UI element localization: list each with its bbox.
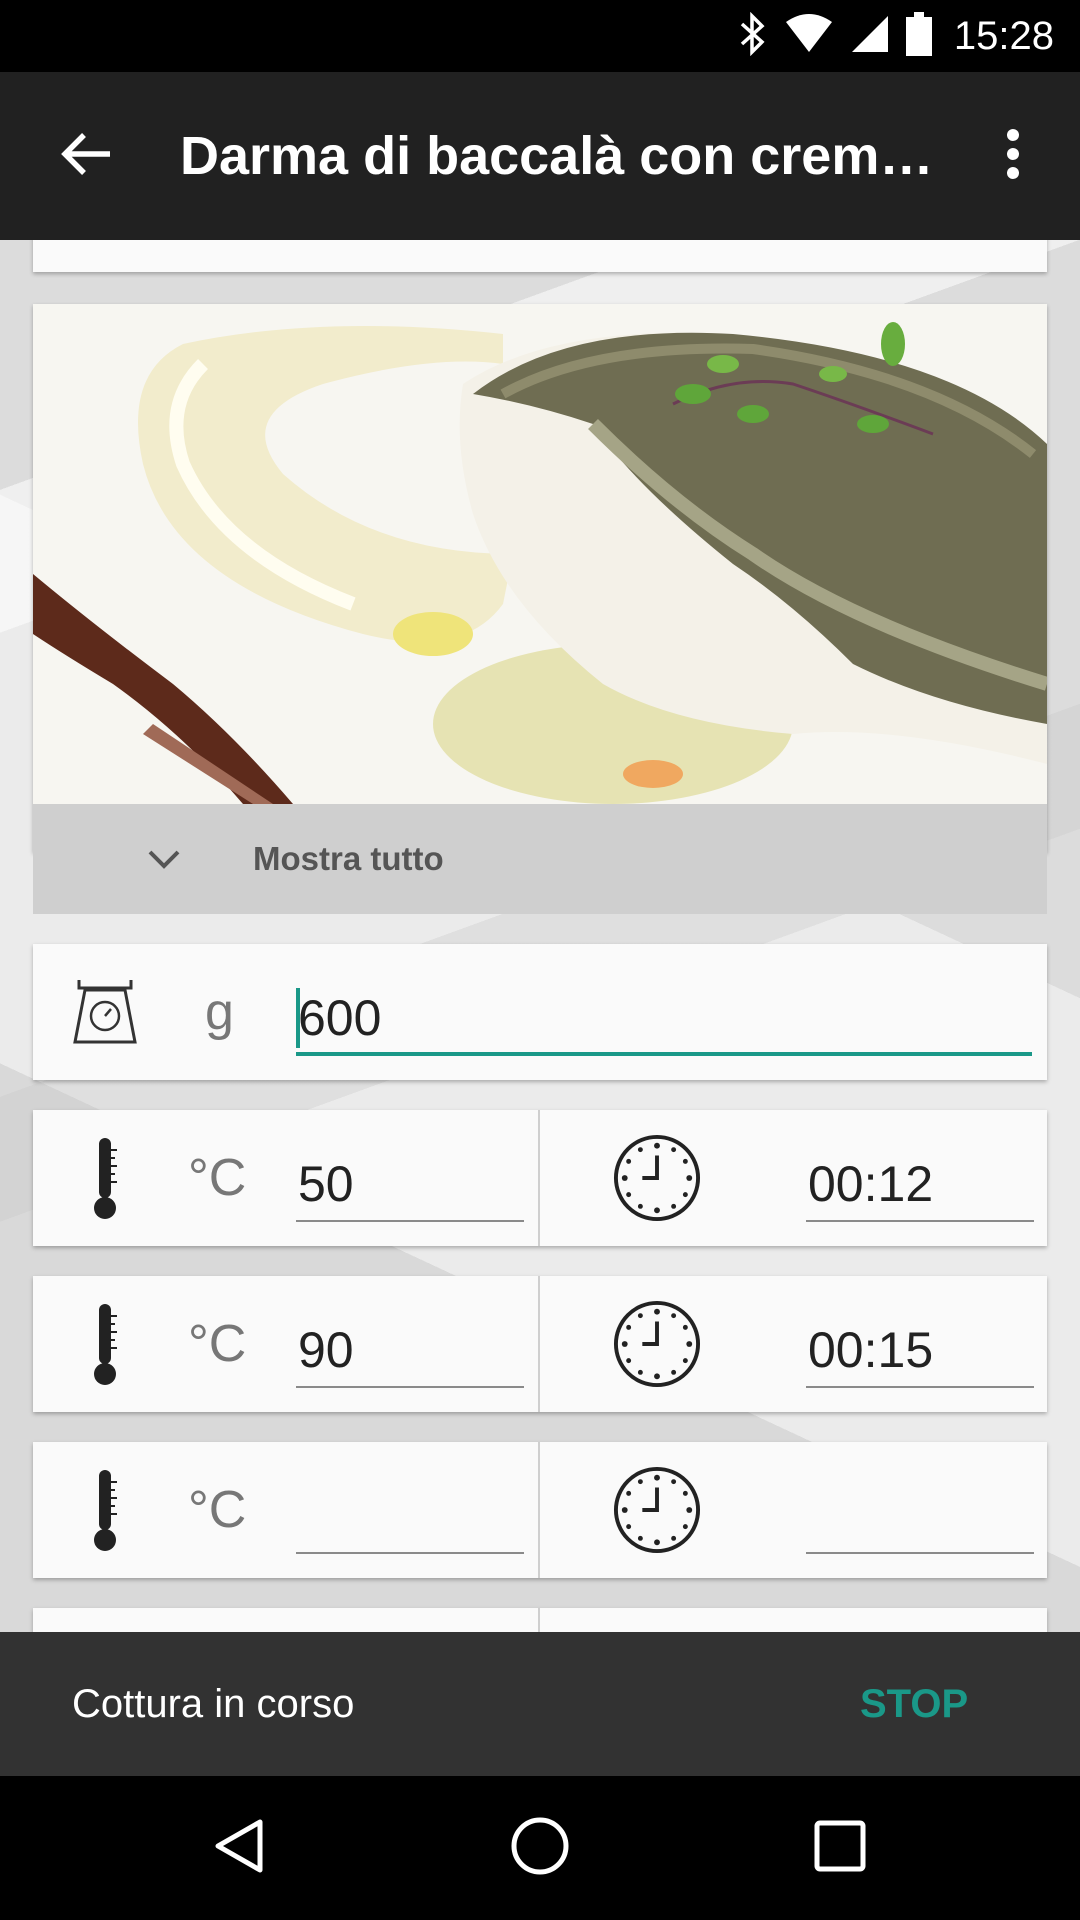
home-circle-icon <box>508 1814 572 1883</box>
recents-square-icon <box>812 1818 868 1879</box>
wifi-icon <box>784 13 834 59</box>
navigation-bar <box>0 1776 1080 1920</box>
thermometer-icon <box>61 1300 149 1388</box>
status-time: 15:28 <box>953 13 1054 58</box>
temperature-value: 50 <box>298 1156 354 1212</box>
weight-input[interactable]: 600 <box>296 980 1032 1056</box>
temperature-input[interactable]: 90 <box>296 1312 524 1388</box>
back-button[interactable] <box>48 118 124 194</box>
more-vert-icon <box>1005 128 1021 185</box>
bluetooth-icon <box>738 11 768 61</box>
recipe-photo-card: Mostra tutto <box>33 304 1047 914</box>
stop-button[interactable]: STOP <box>860 1632 968 1776</box>
show-all-label: Mostra tutto <box>253 840 444 877</box>
back-triangle-icon <box>210 1816 270 1881</box>
cod-fillet-photo <box>33 304 1047 804</box>
nav-recents-button[interactable] <box>800 1808 880 1888</box>
time-input[interactable] <box>806 1478 1034 1554</box>
row-divider <box>538 1110 540 1246</box>
snackbar: Cottura in corso STOP <box>0 1632 1080 1776</box>
thermometer-icon <box>61 1134 149 1222</box>
previous-card <box>33 240 1047 272</box>
recipe-content[interactable]: Mostra tutto g 600 °C 50 00:12 °C 90 00:… <box>0 240 1080 1632</box>
page-title: Darma di baccalà con crem… <box>180 126 934 186</box>
time-value: 00:15 <box>808 1322 934 1378</box>
row-divider <box>538 1276 540 1412</box>
temperature-unit: °C <box>188 1481 247 1539</box>
status-bar: 15:28 <box>0 0 1080 72</box>
battery-icon <box>905 11 932 61</box>
weight-unit: g <box>205 983 234 1041</box>
clock-icon <box>613 1466 701 1554</box>
thermometer-icon <box>61 1466 149 1554</box>
weight-card: g 600 <box>33 944 1047 1080</box>
signal-icon <box>850 14 890 59</box>
snackbar-message: Cottura in corso <box>72 1682 355 1726</box>
temperature-input[interactable]: 50 <box>296 1146 524 1222</box>
temperature-unit: °C <box>188 1149 247 1207</box>
cooking-step-row: °C 50 00:12 <box>33 1110 1047 1246</box>
temperature-unit: °C <box>188 1315 247 1373</box>
chevron-down-icon <box>139 834 189 884</box>
weight-value: 600 <box>298 990 382 1046</box>
show-all-button[interactable]: Mostra tutto <box>33 804 1047 914</box>
time-input[interactable]: 00:15 <box>806 1312 1034 1388</box>
nav-home-button[interactable] <box>500 1808 580 1888</box>
temperature-value: 90 <box>298 1322 354 1378</box>
nav-back-button[interactable] <box>200 1808 280 1888</box>
overflow-menu-button[interactable] <box>990 118 1036 194</box>
row-divider <box>538 1442 540 1578</box>
time-input[interactable]: 00:12 <box>806 1146 1034 1222</box>
text-cursor <box>296 988 300 1048</box>
temperature-input[interactable] <box>296 1478 524 1554</box>
app-bar: Darma di baccalà con crem… <box>0 72 1080 240</box>
time-value: 00:12 <box>808 1156 934 1212</box>
row-divider <box>538 1608 540 1632</box>
cooking-step-row-partial <box>33 1608 1047 1632</box>
cooking-step-row: °C <box>33 1442 1047 1578</box>
cooking-step-row: °C 90 00:15 <box>33 1276 1047 1412</box>
arrow-back-icon <box>60 132 112 181</box>
clock-icon <box>613 1300 701 1388</box>
clock-icon <box>613 1134 701 1222</box>
scale-icon <box>61 968 149 1056</box>
